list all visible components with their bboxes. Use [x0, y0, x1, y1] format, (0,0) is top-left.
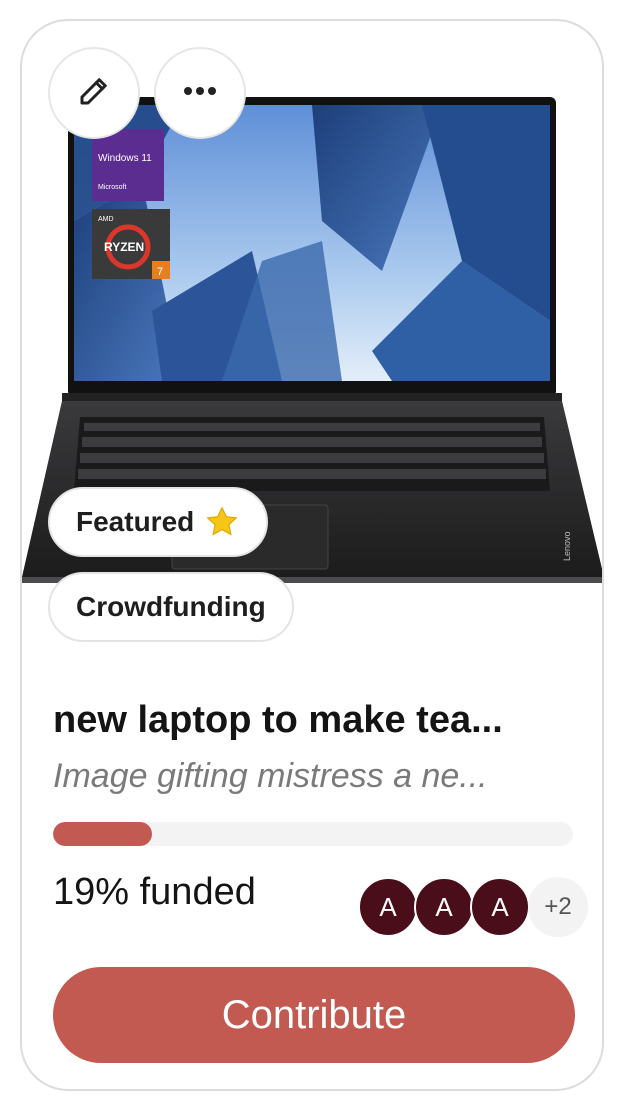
avatar: A: [358, 877, 418, 937]
brand-badge-text: Microsoft: [98, 184, 126, 191]
contribute-button[interactable]: Contribute: [53, 967, 575, 1063]
funding-progress-fill: [53, 822, 152, 846]
edit-button[interactable]: [48, 47, 140, 139]
os-badge-text: Windows 11: [98, 153, 152, 164]
star-icon: [204, 504, 240, 540]
pencil-icon: [76, 73, 112, 114]
cpu-maker-text: AMD: [98, 216, 114, 223]
avatar: A: [470, 877, 530, 937]
more-contributors-count: +2: [528, 877, 588, 937]
featured-label: Featured: [76, 506, 195, 537]
crowdfunding-badge: Crowdfunding: [48, 572, 294, 642]
more-horizontal-icon: [182, 84, 218, 102]
cpu-tier-text: 7: [157, 266, 163, 278]
laptop-brand-text: Lenovo: [562, 531, 572, 561]
more-options-button[interactable]: [154, 47, 246, 139]
crowdfunding-label: Crowdfunding: [76, 591, 266, 622]
funded-text: 19% funded: [53, 871, 256, 913]
cpu-name-text: RYZEN: [104, 240, 144, 254]
avatar: A: [414, 877, 474, 937]
featured-badge: Featured: [48, 487, 269, 557]
funding-progress-bar: [53, 822, 573, 846]
card-subtitle: Image gifting mistress a ne...: [53, 757, 488, 795]
card-title: new laptop to make tea...: [53, 699, 503, 741]
crowdfunding-card[interactable]: Windows 11 Microsoft AMD RYZEN 7 Lenovo: [20, 19, 604, 1091]
contributor-avatars[interactable]: A A A +2: [358, 877, 588, 937]
